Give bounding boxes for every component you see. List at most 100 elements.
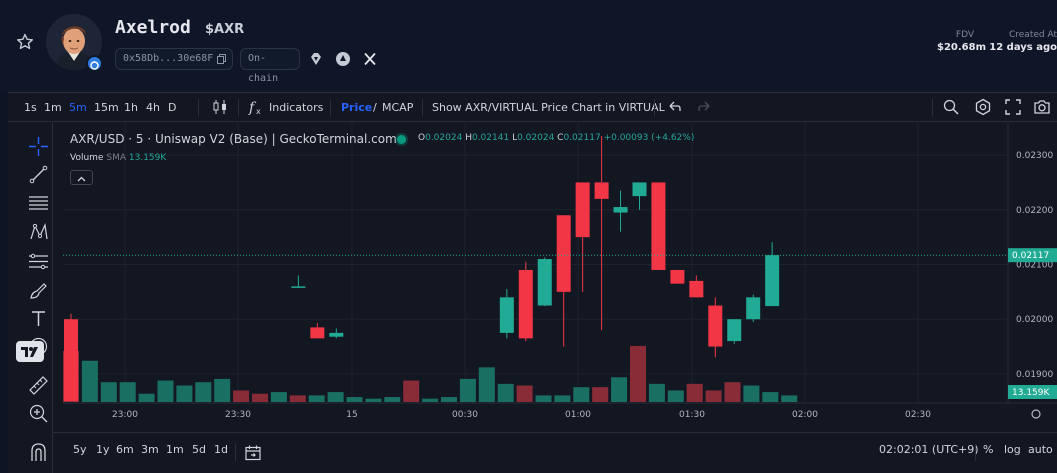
forecast-icon[interactable] — [28, 251, 49, 272]
auto-toggle[interactable]: auto — [1028, 443, 1053, 456]
ruler-icon[interactable] — [28, 375, 49, 396]
price-toggle[interactable]: Price — [341, 101, 372, 114]
token-header: Axelrod $AXR 0x58Db...30e68F On-chain FD… — [0, 0, 1057, 92]
bottom-divider — [975, 444, 976, 461]
zoom-in-icon[interactable] — [28, 403, 49, 424]
axis-settings-icon — [1031, 409, 1041, 419]
collapse-legend-button[interactable] — [70, 170, 93, 185]
shield-icon[interactable] — [335, 51, 351, 67]
candle-body — [518, 269, 533, 339]
range-5d[interactable]: 5d — [192, 443, 206, 456]
link-icon[interactable] — [308, 51, 324, 67]
brush-icon[interactable] — [28, 280, 49, 301]
range-6m[interactable]: 6m — [116, 443, 134, 456]
token-name: Axelrod — [115, 17, 191, 38]
trend-line-icon[interactable] — [28, 164, 49, 185]
contract-address-pill[interactable]: 0x58Db...30e68F — [115, 48, 233, 70]
utc-clock[interactable]: 02:02:01 (UTC+9) — [879, 443, 979, 456]
range-3m[interactable]: 3m — [141, 443, 159, 456]
on-chain-pill[interactable]: On-chain — [240, 48, 300, 84]
mcap-toggle[interactable]: MCAP — [382, 101, 413, 114]
candle-body — [708, 305, 723, 347]
drawing-toolbar — [8, 123, 53, 473]
interval-4h[interactable]: 4h — [146, 101, 160, 114]
volume-bar — [252, 393, 268, 402]
interval-1h[interactable]: 1h — [124, 101, 138, 114]
candle-body — [651, 182, 666, 270]
token-symbol: $AXR — [205, 22, 245, 37]
toolbar-divider — [932, 99, 933, 116]
candles-icon[interactable] — [211, 98, 229, 116]
volume-bar — [365, 398, 382, 402]
toolbar-divider — [654, 99, 655, 116]
toolbar-divider — [198, 99, 199, 116]
chain-badge-icon — [86, 55, 103, 72]
toolbar-divider — [238, 99, 239, 116]
price-chart[interactable]: 0.023000.022000.021000.020000.019000.021… — [63, 123, 1057, 473]
y-tick-label: 0.02300 — [1016, 151, 1053, 161]
created-label: Created At — [1008, 30, 1057, 40]
last-price-label: 0.02117 — [1012, 251, 1049, 261]
toggle-separator: / — [373, 101, 377, 114]
range-1d[interactable]: 1d — [214, 443, 228, 456]
fdv-label: FDV — [955, 30, 974, 40]
indicators-icon[interactable]: f x — [248, 98, 266, 116]
volume-bar — [422, 398, 439, 402]
interval-5m[interactable]: 5m — [69, 101, 87, 114]
range-1m[interactable]: 1m — [166, 443, 184, 456]
candle-body — [556, 215, 571, 292]
x-tick-label: 23:00 — [112, 410, 138, 420]
volume-bar — [762, 392, 779, 402]
volume-bar — [346, 397, 363, 402]
redo-icon[interactable] — [696, 98, 714, 116]
volume-bar — [214, 378, 231, 402]
volume-bar — [781, 395, 798, 402]
copy-icon[interactable] — [217, 54, 226, 64]
candle-body — [594, 182, 609, 199]
volume-bar — [308, 395, 325, 402]
chart-area[interactable]: 0.02300 0.02200 0.02100 0.02000 0.01900 0.021… — [63, 123, 1057, 473]
pattern-icon[interactable] — [28, 222, 49, 243]
percent-toggle[interactable]: % — [983, 443, 993, 456]
interval-1m[interactable]: 1m — [44, 101, 62, 114]
candle-body — [64, 319, 78, 402]
ohlc-readout: O0.02024 H0.02141 L0.02024 C0.02117 +0.0… — [418, 133, 694, 143]
zoom-search-icon[interactable] — [942, 98, 960, 116]
interval-15m[interactable]: 15m — [94, 101, 119, 114]
created-value: 12 days ago — [989, 42, 1057, 53]
fib-retracement-icon[interactable] — [28, 193, 49, 214]
settings-gear-icon[interactable] — [974, 98, 992, 116]
date-range-icon[interactable] — [244, 444, 262, 462]
range-5y[interactable]: 5y — [73, 443, 87, 456]
candle-body — [727, 319, 742, 342]
volume-bar — [592, 387, 609, 402]
text-tool-icon[interactable] — [28, 308, 49, 329]
volume-label: Volume — [70, 153, 104, 163]
fullscreen-icon[interactable] — [1004, 98, 1022, 116]
crosshair-icon[interactable] — [28, 136, 49, 157]
volume-legend: Volume SMA 13.159K — [70, 153, 166, 163]
volume-bar — [667, 390, 684, 402]
interval-1s[interactable]: 1s — [24, 101, 37, 114]
x-twitter-icon[interactable] — [362, 51, 378, 67]
volume-bar — [686, 383, 703, 402]
volume-bar — [478, 367, 495, 402]
volume-bar — [497, 383, 514, 402]
magnet-icon[interactable] — [28, 441, 49, 462]
candle-body — [310, 327, 325, 339]
volume-bar — [554, 395, 571, 402]
range-1y[interactable]: 1y — [96, 443, 110, 456]
indicators-button[interactable]: Indicators — [269, 101, 323, 114]
undo-icon[interactable] — [665, 98, 683, 116]
show-pair-price-button[interactable]: Show AXR/VIRTUAL Price Chart in VIRTUAL — [432, 101, 665, 114]
camera-icon[interactable] — [1033, 98, 1051, 116]
volume-bar — [384, 397, 401, 402]
tradingview-logo[interactable] — [16, 341, 44, 362]
fdv-value: $20.68m — [936, 42, 986, 53]
log-toggle[interactable]: log — [1004, 443, 1021, 456]
star-icon[interactable] — [16, 33, 34, 51]
candle-body — [765, 255, 780, 307]
bottom-divider — [235, 444, 236, 461]
volume-bar — [119, 382, 136, 402]
interval-d[interactable]: D — [168, 101, 176, 114]
